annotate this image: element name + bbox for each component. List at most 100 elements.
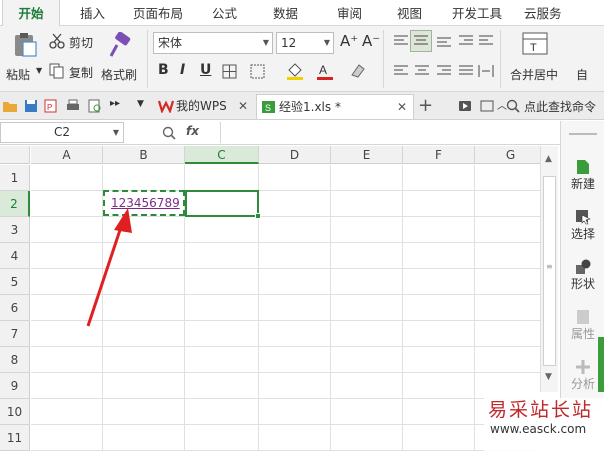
font-name-select[interactable]: 宋体 ▼ xyxy=(153,32,273,54)
grid-cell[interactable] xyxy=(331,321,403,347)
grid-cell[interactable] xyxy=(403,269,475,295)
grid-cell[interactable] xyxy=(185,373,259,399)
row-header[interactable]: 2 xyxy=(0,191,30,217)
grid-cell[interactable] xyxy=(331,217,403,243)
auto-wrap-button[interactable]: 自 xyxy=(576,66,588,83)
scroll-up-icon[interactable]: ▲ xyxy=(545,154,552,164)
doc-tab-workbook[interactable]: S 经验1.xls * ✕ xyxy=(256,94,414,119)
grid-cell[interactable] xyxy=(475,347,540,373)
grid-cell[interactable] xyxy=(259,347,331,373)
bold-button[interactable]: B xyxy=(158,62,169,78)
row-header[interactable]: 10 xyxy=(0,399,30,425)
tab-cloud-service[interactable]: 云服务 xyxy=(524,0,562,26)
grid-cell[interactable] xyxy=(403,347,475,373)
grid-cell[interactable] xyxy=(331,191,403,217)
grid-cell[interactable] xyxy=(103,373,185,399)
row-header[interactable]: 9 xyxy=(0,373,30,399)
export-pdf-icon[interactable]: P xyxy=(44,99,58,113)
grid-cell[interactable] xyxy=(31,399,103,425)
justify-icon[interactable] xyxy=(458,64,474,78)
close-icon[interactable]: ✕ xyxy=(238,94,248,118)
grid-cell[interactable] xyxy=(31,165,103,191)
grid-cell[interactable] xyxy=(259,243,331,269)
grid-cell[interactable] xyxy=(103,399,185,425)
tab-review[interactable]: 审阅 xyxy=(337,0,362,26)
grid-cell[interactable] xyxy=(259,425,331,451)
format-painter-button[interactable]: 格式刷 xyxy=(101,30,141,88)
grid-cell[interactable] xyxy=(403,191,475,217)
tab-formulas[interactable]: 公式 xyxy=(212,0,237,26)
grid-cell[interactable] xyxy=(403,425,475,451)
row-header[interactable]: 5 xyxy=(0,269,30,295)
scroll-down-icon[interactable]: ▼ xyxy=(545,372,552,382)
grid-cell[interactable] xyxy=(103,165,185,191)
grid-cell[interactable] xyxy=(475,295,540,321)
grid-cell[interactable] xyxy=(331,165,403,191)
cut-button[interactable]: 剪切 xyxy=(49,32,99,52)
grid-cell[interactable] xyxy=(185,399,259,425)
merge-cells-icon[interactable] xyxy=(250,64,266,80)
font-shrink-button[interactable]: A⁻ xyxy=(362,32,380,50)
tab-view[interactable]: 视图 xyxy=(397,0,422,26)
grid-cell[interactable] xyxy=(403,321,475,347)
grid-cell[interactable] xyxy=(403,165,475,191)
distribute-icon[interactable] xyxy=(478,64,494,78)
panel-collapse-tab[interactable] xyxy=(598,337,604,392)
grid-cell[interactable] xyxy=(103,425,185,451)
grid-cell[interactable] xyxy=(475,373,540,399)
command-search[interactable]: 点此查找命令 xyxy=(500,94,604,118)
font-grow-button[interactable]: A⁺ xyxy=(340,32,358,50)
scroll-thumb[interactable]: ≡ xyxy=(543,176,556,366)
align-center-icon[interactable] xyxy=(414,64,430,78)
grid-cell[interactable] xyxy=(475,243,540,269)
fx-button[interactable]: fx xyxy=(186,124,199,138)
indent-decrease-icon[interactable] xyxy=(458,34,474,48)
grid-cell[interactable] xyxy=(259,295,331,321)
grid-cell[interactable] xyxy=(259,399,331,425)
grid-cell[interactable] xyxy=(259,373,331,399)
tab-developer[interactable]: 开发工具 xyxy=(452,0,502,26)
grid-cell[interactable] xyxy=(331,399,403,425)
row-header[interactable]: 4 xyxy=(0,243,30,269)
font-size-select[interactable]: 12 ▼ xyxy=(276,32,334,54)
more-icon[interactable]: ▸▸ xyxy=(110,98,120,109)
clear-format-icon[interactable] xyxy=(348,62,366,80)
vertical-scrollbar[interactable]: ▲ ≡ ▼ xyxy=(540,146,558,392)
grid-cell[interactable] xyxy=(185,425,259,451)
border-icon[interactable] xyxy=(222,64,238,80)
grid-cell[interactable] xyxy=(403,243,475,269)
grid-cell[interactable] xyxy=(331,347,403,373)
copy-button[interactable]: 复制 xyxy=(49,62,99,82)
row-header[interactable]: 1 xyxy=(0,165,30,191)
grid-cell[interactable] xyxy=(331,269,403,295)
grid-cell[interactable] xyxy=(31,373,103,399)
tab-data[interactable]: 数据 xyxy=(273,0,298,26)
grid-cell[interactable] xyxy=(475,165,540,191)
tab-insert[interactable]: 插入 xyxy=(80,0,105,26)
close-icon[interactable]: ✕ xyxy=(397,95,407,119)
grid-cell[interactable] xyxy=(331,373,403,399)
grid-cell[interactable] xyxy=(403,399,475,425)
grid-cell[interactable] xyxy=(259,165,331,191)
italic-button[interactable]: I xyxy=(180,62,185,78)
grid-cell[interactable] xyxy=(403,217,475,243)
font-color-icon[interactable]: A xyxy=(316,62,334,80)
grid-cell[interactable] xyxy=(259,321,331,347)
row-header[interactable]: 8 xyxy=(0,347,30,373)
tab-home[interactable]: 开始 xyxy=(2,0,60,27)
row-header[interactable]: 3 xyxy=(0,217,30,243)
formula-input[interactable] xyxy=(220,122,560,143)
new-tab-icon[interactable]: + xyxy=(418,95,433,116)
column-header[interactable]: G xyxy=(475,146,540,164)
print-preview-icon[interactable] xyxy=(88,99,102,113)
column-header[interactable]: E xyxy=(331,146,403,164)
merge-center-button[interactable]: T 合并居中 xyxy=(506,30,564,88)
underline-button[interactable]: U xyxy=(200,62,211,78)
grid-cell[interactable] xyxy=(331,295,403,321)
grid-cell[interactable] xyxy=(403,373,475,399)
media-icon[interactable] xyxy=(458,100,472,112)
row-header[interactable]: 7 xyxy=(0,321,30,347)
panel-shape-button[interactable]: 形状 xyxy=(561,259,604,292)
grid-cell[interactable] xyxy=(331,425,403,451)
chevron-down-icon[interactable]: ▼ xyxy=(137,99,144,109)
